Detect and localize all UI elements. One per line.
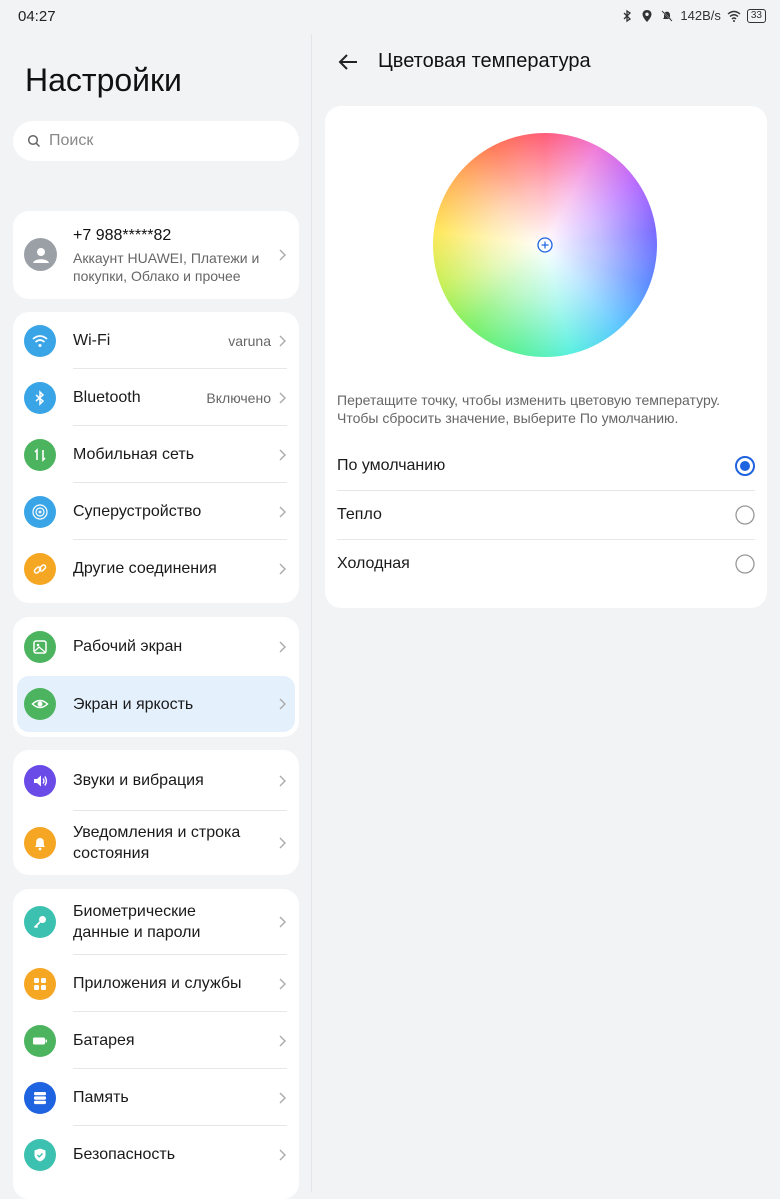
radio-selected[interactable] <box>735 456 755 476</box>
chevron-right-icon <box>279 837 286 849</box>
sidebar-item-label: Wi-Fi <box>73 332 111 349</box>
sidebar-item-security[interactable]: Безопасность <box>13 1126 299 1183</box>
bluetooth-status-icon <box>623 9 632 22</box>
color-temperature-panel: Перетащите точку, чтобы изменить цветову… <box>325 106 767 608</box>
option-label: Тепло <box>337 506 382 523</box>
chevron-right-icon <box>279 1035 286 1046</box>
option-default[interactable]: По умолчанию <box>337 442 755 491</box>
account-subtitle: Аккаунт HUAWEI, Платежи и покупки, Облак… <box>73 250 260 284</box>
sidebar-item-label: Мобильная сеть <box>73 446 195 463</box>
status-icons: 142B/s 33 <box>620 8 766 23</box>
shield-icon <box>24 1138 56 1171</box>
wifi-network-value: varuna <box>228 332 271 349</box>
option-cold[interactable]: Холодная <box>337 540 755 589</box>
chevron-right-icon <box>279 698 286 710</box>
sidebar-item-display-brightness[interactable]: Экран и яркость <box>17 676 295 732</box>
mobile-data-icon <box>24 438 56 471</box>
bluetooth-icon <box>24 381 56 414</box>
wifi-icon <box>24 324 56 357</box>
chevron-right-icon <box>279 641 286 652</box>
sidebar-item-notifications[interactable]: Уведомления и строка состояния <box>13 811 299 875</box>
sidebar-item-label: Батарея <box>73 1032 135 1049</box>
user-icon <box>32 247 49 263</box>
radio-unselected[interactable] <box>735 554 755 574</box>
sidebar-item-mobile-network[interactable]: Мобильная сеть <box>13 426 299 483</box>
chevron-right-icon <box>279 775 286 786</box>
status-bar: 04:27 142B/s 33 <box>0 0 780 34</box>
superdevice-icon <box>24 495 56 528</box>
sidebar-item-sounds[interactable]: Звуки и вибрация <box>13 750 299 811</box>
search-input[interactable]: Поиск <box>13 121 299 161</box>
account-phone: +7 988*****82 <box>73 227 172 244</box>
sidebar-item-label: Рабочий экран <box>73 638 183 655</box>
page-title: Настройки <box>25 62 182 98</box>
option-warm[interactable]: Тепло <box>337 491 755 540</box>
system-group: Биометрические данные и пароли Приложени… <box>13 889 299 1199</box>
link-icon <box>24 552 56 585</box>
network-speed: 142B/s <box>680 8 721 23</box>
sidebar-item-label: Уведомления и строка состояния <box>73 824 241 862</box>
sidebar-item-battery[interactable]: Батарея <box>13 1012 299 1069</box>
account-card[interactable]: +7 988*****82 Аккаунт HUAWEI, Платежи и … <box>13 211 299 299</box>
chevron-right-icon <box>279 249 286 261</box>
chevron-right-icon <box>279 335 286 346</box>
key-icon <box>24 906 56 938</box>
speaker-icon <box>24 764 56 797</box>
pane-divider <box>311 34 312 1192</box>
storage-icon <box>24 1081 56 1114</box>
sounds-group: Звуки и вибрация Уведомления и строка со… <box>13 750 299 875</box>
radio-unselected[interactable] <box>735 505 755 525</box>
chevron-right-icon <box>279 392 286 403</box>
location-icon <box>642 9 652 22</box>
search-icon <box>27 134 41 148</box>
mute-bell-icon <box>661 9 673 22</box>
color-picker-handle[interactable] <box>537 237 553 253</box>
battery-icon <box>24 1024 56 1057</box>
chevron-right-icon <box>279 506 286 517</box>
avatar <box>24 238 57 271</box>
option-label: По умолчанию <box>337 457 446 474</box>
chevron-right-icon <box>279 1092 286 1103</box>
chevron-right-icon <box>279 978 286 989</box>
sidebar-item-wifi[interactable]: Wi-Fi varuna <box>13 312 299 369</box>
sidebar-item-label: Суперустройство <box>73 503 202 520</box>
home-screen-icon <box>24 630 56 663</box>
sidebar-item-home-screen[interactable]: Рабочий экран <box>13 617 299 676</box>
bluetooth-status-value: Включено <box>206 389 271 406</box>
color-wheel[interactable] <box>433 133 657 357</box>
sidebar-item-label: Память <box>73 1089 129 1106</box>
sidebar-item-apps[interactable]: Приложения и службы <box>13 955 299 1012</box>
detail-page-title: Цветовая температура <box>378 50 591 72</box>
battery-indicator: 33 <box>746 8 766 23</box>
option-label: Холодная <box>337 555 410 572</box>
bell-icon <box>24 827 56 859</box>
apps-icon <box>24 967 56 1000</box>
chevron-right-icon <box>279 1149 286 1160</box>
back-arrow-icon[interactable] <box>336 50 360 74</box>
chevron-right-icon <box>279 916 286 928</box>
sidebar-item-label: Экран и яркость <box>73 695 194 713</box>
sidebar-item-storage[interactable]: Память <box>13 1069 299 1126</box>
display-group: Рабочий экран Экран и яркость <box>13 617 299 737</box>
chevron-right-icon <box>279 563 286 574</box>
sidebar-item-label: Приложения и службы <box>73 975 242 992</box>
sidebar-item-label: Другие соединения <box>73 560 217 577</box>
sidebar-item-bluetooth[interactable]: Bluetooth Включено <box>13 369 299 426</box>
sidebar-item-other-connections[interactable]: Другие соединения <box>13 540 299 597</box>
sidebar-item-label: Биометрические данные и пароли <box>73 903 201 941</box>
eye-icon <box>24 688 56 720</box>
chevron-right-icon <box>279 449 286 460</box>
sidebar-item-superdevice[interactable]: Суперустройство <box>13 483 299 540</box>
sidebar-item-biometrics[interactable]: Биометрические данные и пароли <box>13 889 299 955</box>
sidebar-item-label: Звуки и вибрация <box>73 772 204 789</box>
search-placeholder: Поиск <box>49 132 94 149</box>
status-time: 04:27 <box>18 8 56 25</box>
connections-group: Wi-Fi varuna Bluetooth Включено Мобильна… <box>13 312 299 603</box>
sidebar-item-label: Безопасность <box>73 1146 176 1163</box>
hint-text: Перетащите точку, чтобы изменить цветову… <box>337 392 721 426</box>
wifi-status-icon <box>727 10 741 22</box>
